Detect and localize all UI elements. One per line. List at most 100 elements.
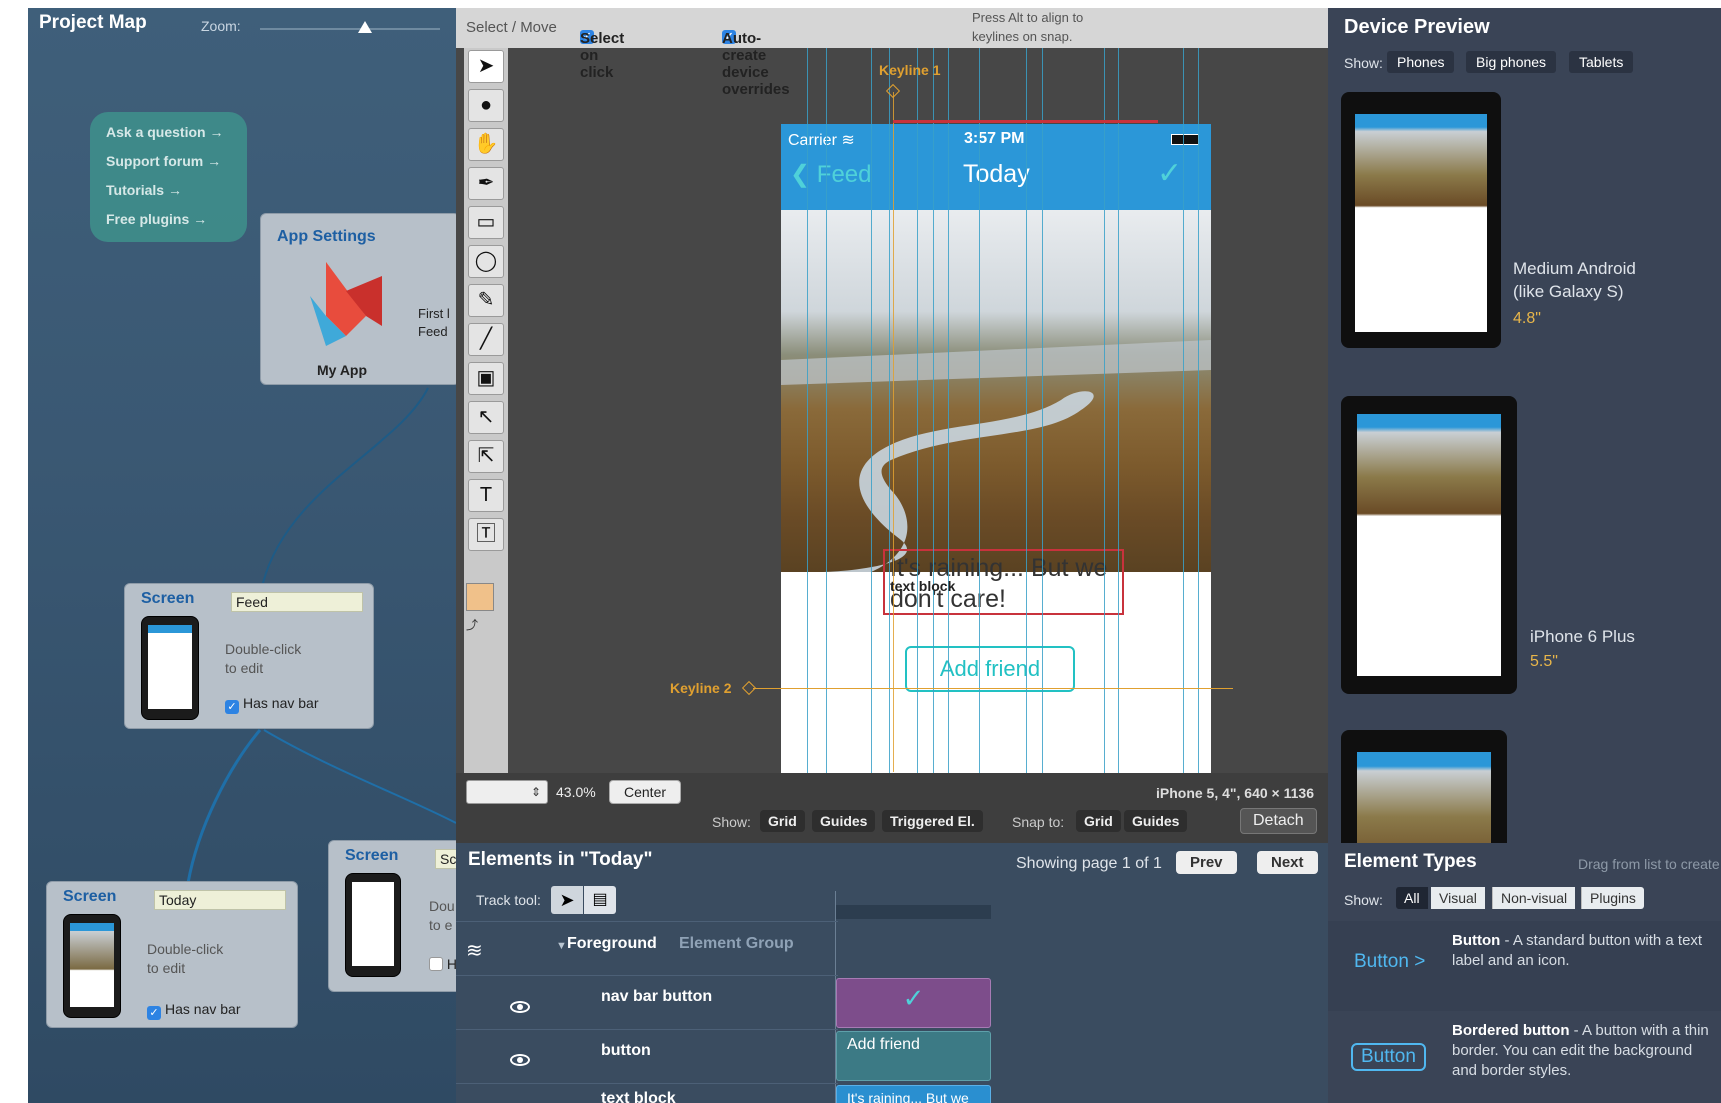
show-triggered-toggle[interactable]: Triggered El.	[882, 810, 983, 832]
track-select-tool-icon[interactable]: ➤	[551, 886, 583, 914]
layout-guide[interactable]	[807, 48, 808, 773]
back-button[interactable]: ❮ Feed	[790, 160, 871, 189]
filter-plugins[interactable]: Plugins	[1581, 887, 1644, 909]
layout-guide[interactable]	[826, 48, 827, 773]
app-settings-card[interactable]: App Settings My App First l Feed	[260, 213, 456, 385]
center-button[interactable]: Center	[609, 780, 682, 804]
element-types-title: Element Types	[1344, 851, 1477, 872]
element-row[interactable]: text block	[456, 1083, 838, 1103]
battery-icon	[1171, 134, 1199, 145]
device-preview-iphone-6-plus[interactable]	[1341, 396, 1517, 694]
rectangle-tool-icon[interactable]: ▭	[468, 206, 504, 239]
layout-guide[interactable]	[1104, 48, 1105, 773]
fill-color-swatch[interactable]	[466, 583, 494, 611]
element-row[interactable]: nav bar button	[456, 975, 838, 1029]
snap-grid-toggle[interactable]: Grid	[1076, 810, 1121, 832]
track-nav-bar-button[interactable]: ✓	[836, 978, 991, 1028]
nav-bar[interactable]: Carrier ≋ 3:57 PM ❮ Feed Today ✓	[781, 124, 1211, 210]
screen-card-today[interactable]: Screen Today Double-click to edit ✓ Has n…	[46, 881, 298, 1028]
hand-tool-icon[interactable]: ✋	[468, 128, 504, 161]
device-size: 4.8"	[1513, 310, 1541, 327]
paging-info: Showing page 1 of 1	[1016, 855, 1162, 872]
next-page-button[interactable]: Next	[1257, 851, 1318, 874]
eyedropper-tool-icon[interactable]: ●	[468, 89, 504, 122]
screen-name-input[interactable]: Feed	[231, 592, 363, 612]
prev-page-button[interactable]: Prev	[1176, 851, 1237, 874]
select-tool-icon[interactable]: ➤	[468, 50, 504, 83]
layout-guide[interactable]	[1183, 48, 1184, 773]
pen-tool-icon[interactable]: ✒	[468, 167, 504, 200]
elements-panel: Elements in "Today" Showing page 1 of 1 …	[456, 843, 1328, 1103]
keyline-2-guide[interactable]	[753, 688, 1233, 689]
device-selector[interactable]: ⇕	[466, 780, 548, 804]
eye-icon[interactable]	[510, 1054, 530, 1066]
snap-to-label: Snap to:	[1012, 814, 1065, 830]
ellipse-tool-icon[interactable]: ◯	[468, 245, 504, 278]
filter-tablets[interactable]: Tablets	[1569, 51, 1634, 73]
layout-guide[interactable]	[917, 48, 918, 773]
expand-triangle-icon[interactable]: ▼	[556, 940, 567, 952]
filter-non-visual[interactable]: Non-visual	[1492, 887, 1576, 909]
element-type-button[interactable]: Button > Button - A standard button with…	[1328, 921, 1721, 1011]
swap-colors-icon[interactable]: ⤴	[466, 616, 478, 633]
filter-all[interactable]: All	[1396, 887, 1428, 909]
element-label: button	[601, 1042, 651, 1059]
filter-phones[interactable]: Phones	[1387, 51, 1455, 73]
device-name-line-1: Medium Android	[1513, 259, 1636, 278]
screen-name-input[interactable]: Sc	[435, 849, 456, 869]
snap-guides-toggle[interactable]: Guides	[1124, 810, 1188, 832]
layout-guide[interactable]	[979, 48, 980, 773]
text-tool-icon[interactable]: T	[468, 479, 504, 512]
element-type-desc: Button - A standard button with a text l…	[1452, 932, 1703, 969]
detach-button[interactable]: Detach	[1240, 808, 1317, 834]
screen-card-third[interactable]: Screen Sc Dou to e H	[328, 840, 456, 992]
has-nav-bar-checkbox[interactable]: ✓ Has nav bar	[225, 695, 318, 714]
layers-icon[interactable]: ≋	[466, 938, 483, 963]
add-friend-button[interactable]: Add friend	[905, 646, 1075, 692]
layout-guide[interactable]	[1118, 48, 1119, 773]
device-preview-medium-android[interactable]	[1341, 92, 1501, 348]
track-button[interactable]: Add friend	[836, 1031, 991, 1081]
filter-visual[interactable]: Visual	[1431, 887, 1485, 909]
eye-icon[interactable]	[510, 1001, 530, 1013]
layout-guide[interactable]	[889, 48, 890, 773]
checkbox-check-icon: ✓	[225, 700, 239, 714]
screen-card-title: Screen	[63, 888, 117, 905]
element-type-bordered-button[interactable]: Button Bordered button - A button with a…	[1328, 1013, 1721, 1103]
landscape-photo[interactable]	[781, 210, 1211, 572]
checkmark-icon[interactable]: ✓	[1157, 156, 1182, 191]
layout-guide[interactable]	[1026, 48, 1027, 773]
element-group-row[interactable]: ≋ ▼ Foreground Element Group	[456, 921, 838, 975]
element-label: nav bar button	[601, 988, 713, 1005]
screen-name-input[interactable]: Today	[154, 890, 286, 910]
layout-guide[interactable]	[1198, 48, 1199, 773]
filter-big-phones[interactable]: Big phones	[1466, 51, 1557, 73]
group-select-tool-icon[interactable]: ⇱	[468, 440, 504, 473]
layout-guide[interactable]	[871, 48, 872, 773]
track-text-block[interactable]: It's raining... But we	[836, 1085, 991, 1103]
text-box-tool-icon[interactable]: 🅃	[468, 518, 504, 551]
direct-select-tool-icon[interactable]: ↖	[468, 401, 504, 434]
phone-artboard[interactable]: Carrier ≋ 3:57 PM ❮ Feed Today ✓ It's ra…	[781, 124, 1211, 773]
screen-card-feed[interactable]: Screen Feed Double-click to edit ✓ Has na…	[124, 583, 374, 729]
keyline-1-guide[interactable]	[893, 92, 894, 772]
gradient-tool-icon[interactable]: ▣	[468, 362, 504, 395]
layout-guide[interactable]	[948, 48, 949, 773]
layout-guide[interactable]	[933, 48, 934, 773]
mode-label: Select / Move	[466, 19, 557, 36]
element-row[interactable]: button	[456, 1029, 838, 1083]
show-grid-toggle[interactable]: Grid	[760, 810, 805, 832]
screen-thumbnail	[63, 914, 121, 1018]
carrier-label: Carrier ≋	[788, 132, 855, 149]
selection-top-edge	[893, 120, 1158, 123]
brush-tool-icon[interactable]: ✎	[468, 284, 504, 317]
has-nav-bar-checkbox[interactable]: ✓ Has nav bar	[147, 1001, 240, 1020]
show-label: Show:	[712, 814, 751, 830]
layout-guide[interactable]	[1042, 48, 1043, 773]
has-nav-bar-checkbox[interactable]: H	[429, 956, 456, 972]
group-name: Foreground	[567, 935, 657, 952]
line-tool-icon[interactable]: ╱	[468, 323, 504, 356]
track-stamp-tool-icon[interactable]: ▤	[584, 886, 616, 914]
show-guides-toggle[interactable]: Guides	[812, 810, 876, 832]
device-preview-third[interactable]	[1341, 730, 1507, 843]
